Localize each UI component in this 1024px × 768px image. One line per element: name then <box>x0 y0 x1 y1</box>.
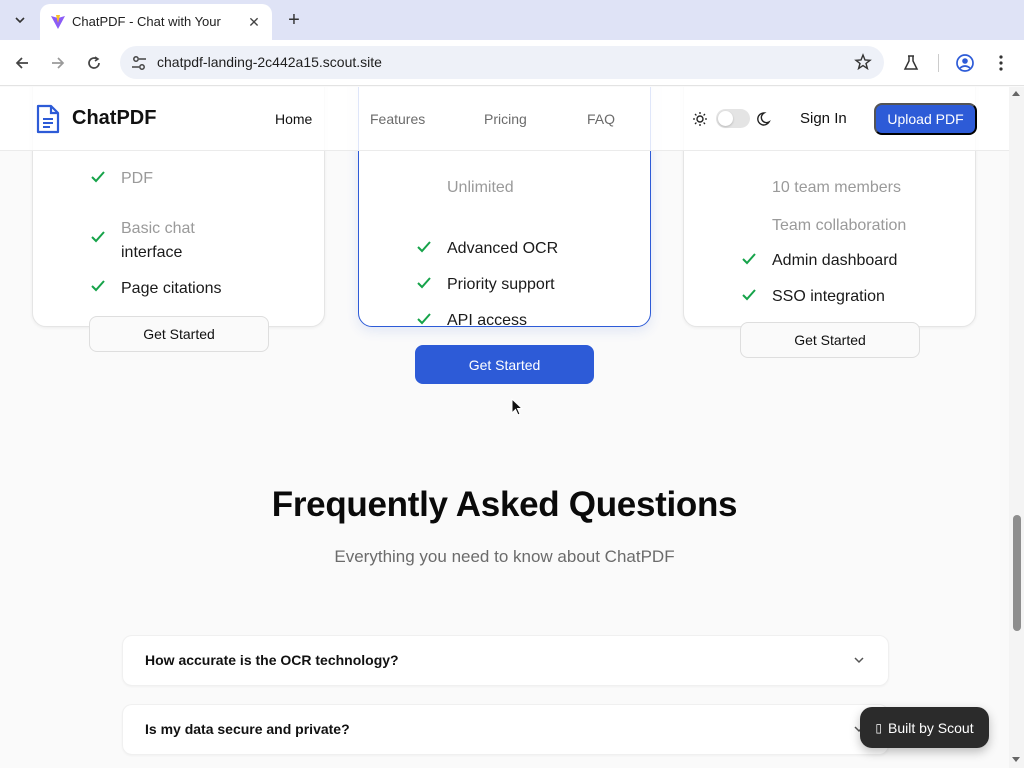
feature-text: Page citations <box>121 280 222 297</box>
address-bar[interactable]: chatpdf-landing-2c442a15.scout.site <box>120 46 884 79</box>
more-vertical-icon <box>999 55 1003 71</box>
arrow-right-icon <box>52 57 65 69</box>
check-icon <box>91 231 105 243</box>
page-viewport: PDF Basic chat interface Page citations … <box>0 87 1009 768</box>
site-header: ChatPDF Home Features Pricing FAQ Sign I… <box>0 87 1009 151</box>
mouse-cursor-icon <box>511 398 523 416</box>
nav-link-pricing[interactable]: Pricing <box>484 111 527 127</box>
get-started-button[interactable]: Get Started <box>89 316 269 352</box>
feature-text: Basic chat <box>121 220 195 237</box>
check-icon <box>91 171 105 183</box>
reload-icon <box>88 56 100 69</box>
browser-toolbar: chatpdf-landing-2c442a15.scout.site <box>0 40 1024 86</box>
check-icon <box>417 313 431 325</box>
feature-text: API access <box>447 312 528 329</box>
faq-item[interactable]: Is my data secure and private? <box>122 704 889 755</box>
scout-icon: ▯ <box>875 720 882 735</box>
feature-text: Admin dashboard <box>772 252 898 269</box>
document-logo-icon[interactable] <box>34 104 62 134</box>
feature-text: SSO integration <box>772 288 885 305</box>
chevron-down-icon <box>15 17 25 24</box>
new-tab-button[interactable]: + <box>282 8 306 32</box>
account-icon <box>956 54 974 72</box>
feature-text: Priority support <box>447 276 555 293</box>
bookmark-star-icon[interactable] <box>854 53 872 71</box>
scroll-up-arrow-icon[interactable] <box>1012 91 1020 96</box>
flask-icon <box>903 55 919 70</box>
tab-search-button[interactable] <box>8 8 32 32</box>
toggle-knob <box>718 111 733 126</box>
sign-in-link[interactable]: Sign In <box>800 110 847 127</box>
moon-icon <box>757 112 771 126</box>
built-by-scout-badge[interactable]: ▯ Built by Scout <box>860 707 989 748</box>
feature-text: Advanced OCR <box>447 240 559 257</box>
back-button[interactable] <box>10 51 34 75</box>
get-started-button-primary[interactable]: Get Started <box>415 345 594 384</box>
chevron-down-icon <box>854 657 864 664</box>
browser-tab-bar: ChatPDF - Chat with Your ✕ + <box>0 0 1024 40</box>
scroll-down-arrow-icon[interactable] <box>1012 757 1020 762</box>
feature-text: interface <box>121 244 183 261</box>
faq-subtitle: Everything you need to know about ChatPD… <box>334 547 675 566</box>
labs-button[interactable] <box>900 52 922 74</box>
nav-link-faq[interactable]: FAQ <box>587 111 615 127</box>
browser-tab[interactable]: ChatPDF - Chat with Your ✕ <box>40 4 272 40</box>
check-icon <box>91 280 105 292</box>
faq-title: Frequently Asked Questions <box>271 485 738 524</box>
feature-text: PDF <box>121 170 153 187</box>
check-icon <box>742 253 756 265</box>
check-icon <box>742 289 756 301</box>
arrow-left-icon <box>15 57 28 69</box>
scroll-thumb[interactable] <box>1013 515 1021 631</box>
url-text: chatpdf-landing-2c442a15.scout.site <box>157 54 382 70</box>
brand-name[interactable]: ChatPDF <box>72 107 156 130</box>
faq-item[interactable]: How accurate is the OCR technology? <box>122 635 889 686</box>
faq-question: How accurate is the OCR technology? <box>145 652 399 668</box>
forward-button[interactable] <box>46 51 70 75</box>
vite-favicon-icon <box>51 15 65 29</box>
profile-button[interactable] <box>954 52 976 74</box>
check-icon <box>417 277 431 289</box>
theme-toggle[interactable] <box>716 109 750 128</box>
feature-text: Unlimited <box>447 179 514 196</box>
page-scrollbar[interactable] <box>1009 87 1024 768</box>
site-settings-icon[interactable] <box>130 54 148 72</box>
badge-label: Built by Scout <box>888 719 974 736</box>
get-started-button[interactable]: Get Started <box>740 322 920 358</box>
nav-link-features[interactable]: Features <box>370 111 425 127</box>
check-icon <box>417 241 431 253</box>
feature-text: 10 team members <box>772 179 901 196</box>
nav-link-home[interactable]: Home <box>275 111 312 127</box>
faq-question: Is my data secure and private? <box>145 721 350 737</box>
sun-icon <box>693 112 707 126</box>
reload-button[interactable] <box>82 51 106 75</box>
toolbar-divider <box>938 54 939 72</box>
browser-menu-button[interactable] <box>990 52 1012 74</box>
feature-text: Team collaboration <box>772 217 907 234</box>
upload-pdf-button[interactable]: Upload PDF <box>874 103 977 135</box>
close-tab-icon[interactable]: ✕ <box>244 12 264 32</box>
tab-title: ChatPDF - Chat with Your <box>72 14 221 29</box>
